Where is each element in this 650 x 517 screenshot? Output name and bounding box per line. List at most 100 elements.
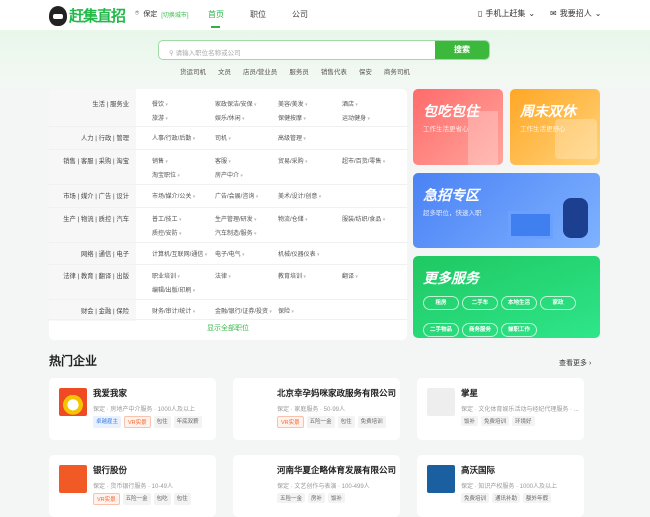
company-logo	[243, 388, 271, 416]
category-item[interactable]: 教育培训	[278, 271, 306, 280]
category-item[interactable]: 市场/媒介/公关	[152, 191, 195, 200]
company-tag: 额外年假	[523, 493, 552, 503]
service-pill[interactable]: 二手车	[462, 296, 498, 310]
location[interactable]: ⌾ 保定 [切换城市]	[135, 9, 189, 19]
category-item[interactable]: 普工/技工	[152, 214, 182, 223]
search-input[interactable]: ⚲ 请输入职位名称或公司	[159, 41, 435, 59]
service-pill[interactable]: 本地生活	[501, 296, 537, 310]
category-item[interactable]: 金融/银行/证券/投资	[215, 306, 272, 315]
mobile-menu[interactable]: ▯ 手机上赶集 ⌄	[478, 8, 535, 19]
category-row: 市场 | 媒介 | 广告 | 设计 市场/媒介/公关 广告/会展/咨询 美术/设计/创…	[49, 185, 407, 208]
category-item[interactable]: 娱乐/休闲	[215, 113, 245, 122]
category-item[interactable]: 贸易/采购	[278, 156, 308, 165]
hot-search-link[interactable]: 服务员	[289, 66, 309, 76]
category-item[interactable]: 家政保洁/安保	[215, 99, 257, 108]
company-tags: VR实景 五险一金 包吃 包住	[93, 493, 191, 505]
hot-search-link[interactable]: 货运司机	[180, 66, 206, 76]
recruit-menu[interactable]: ✉ 我要招人 ⌄	[550, 8, 601, 19]
hot-search-link[interactable]: 商务司机	[384, 66, 410, 76]
company-name[interactable]: 北京幸孕妈咪家政服务有限公司	[277, 387, 396, 399]
view-more-link[interactable]: 查看更多 ›	[559, 358, 591, 368]
category-item[interactable]: 生产管理/研发	[215, 214, 257, 223]
category-item[interactable]: 计算机/互联网/通信	[152, 249, 207, 258]
category-item[interactable]: 美术/设计/创意	[278, 191, 321, 200]
promo-title: 包吃包住	[423, 103, 479, 119]
company-name[interactable]: 高沃国际	[461, 464, 495, 476]
logo[interactable]: 赶集直招	[49, 5, 126, 26]
category-item[interactable]: 广告/会展/咨询	[215, 191, 258, 200]
category-item[interactable]: 美容/美发	[278, 99, 308, 108]
company-name[interactable]: 河南华夏企略体育发展有限公司	[277, 464, 396, 476]
category-item[interactable]: 保险	[278, 306, 294, 315]
category-item[interactable]: 客服	[215, 156, 231, 165]
hot-search-link[interactable]: 保安	[359, 66, 372, 76]
category-item[interactable]: 司机	[215, 133, 231, 142]
nav-jobs[interactable]: 职位	[250, 9, 266, 20]
promo-board-lodging[interactable]: 包吃包住 工作生活更省心	[413, 89, 503, 165]
company-tag: 包住	[337, 416, 355, 428]
promo-weekend[interactable]: 周末双休 工作生活更舒心	[510, 89, 600, 165]
category-item[interactable]: 餐饮	[152, 99, 168, 108]
promo-subtitle: 超多职位，快速入职	[423, 210, 482, 217]
category-item[interactable]: 职业培训	[152, 271, 180, 280]
category-row: 财会 | 金融 | 保险 财务/审计/统计 金融/银行/证券/投资保险	[49, 300, 407, 320]
category-item[interactable]: 编辑/出版/印刷	[152, 285, 195, 294]
category-item[interactable]: 财务/审计/统计	[152, 306, 195, 315]
category-item[interactable]: 人事/行政/后勤	[152, 133, 195, 142]
company-name[interactable]: 银行股份	[93, 464, 127, 476]
category-item[interactable]: 物流/仓储	[278, 214, 308, 223]
category-item[interactable]: 机械/仪器仪表	[278, 249, 320, 258]
service-pill[interactable]: 家政	[540, 296, 576, 310]
category-label: 生产 | 物流 | 质控 | 汽车	[63, 216, 129, 223]
search-button[interactable]: 搜索	[435, 41, 489, 59]
company-meta: 保定 · 家庭服务 · 50-99人	[277, 407, 346, 413]
company-card[interactable]: 高沃国际 保定 · 知识产权服务 · 1000人及以上 免费培训 通讯补助 额外年假	[417, 455, 584, 517]
top-header: 赶集直招 ⌾ 保定 [切换城市] 首页 职位 公司 ▯ 手机上赶集 ⌄ ✉ 我要招人 ⌄	[0, 0, 650, 30]
category-label: 财会 | 金融 | 保险	[80, 308, 129, 315]
company-card[interactable]: 北京幸孕妈咪家政服务有限公司 保定 · 家庭服务 · 50-99人 VR实景 五险一金…	[233, 378, 400, 440]
show-all-jobs-link[interactable]: 显示全部职位	[49, 323, 407, 333]
company-card[interactable]: 我爱我家 保定 · 房地产中介服务 · 1000人及以上 卓越雇主 VR实景 包住 年底双…	[49, 378, 216, 440]
company-card[interactable]: 银行股份 保定 · 货币银行服务 · 10-49人 VR实景 五险一金 包吃 包住	[49, 455, 216, 517]
category-item[interactable]: 保健按摩	[278, 113, 306, 122]
company-logo	[427, 388, 455, 416]
company-logo	[59, 465, 87, 493]
category-item[interactable]: 淘宝职位	[152, 170, 180, 179]
company-card[interactable]: 河南华夏企略体育发展有限公司 保定 · 文艺创作与表演 · 100-499人 五险一…	[233, 455, 400, 517]
hot-search-link[interactable]: 店员/营业员	[243, 66, 277, 76]
category-item[interactable]: 酒店	[342, 99, 358, 108]
service-pill[interactable]: 租房	[423, 296, 459, 310]
category-item[interactable]: 高级管理	[278, 133, 306, 142]
category-item[interactable]: 质控/安防	[152, 228, 182, 237]
search-icon: ⚲	[169, 50, 176, 57]
company-card[interactable]: 掌星 保定 · 文化体育娱乐活动与经纪代理服务 · ... 饭补 免费培训 环境好	[417, 378, 584, 440]
hot-search-link[interactable]: 文员	[218, 66, 231, 76]
category-row: 生活 | 服务业 餐饮 家政保洁/安保 美容/美发 酒店旅游 娱乐/休闲 保健按摩 运动健身	[49, 93, 407, 127]
category-item[interactable]: 电子/电气	[215, 249, 245, 258]
hot-search-link[interactable]: 销售代表	[321, 66, 347, 76]
promo-urgent[interactable]: 急招专区 超多职位，快速入职	[413, 173, 600, 248]
category-item[interactable]: 超市/百货/零售	[342, 156, 385, 165]
mobile-label: 手机上赶集	[485, 9, 526, 18]
category-label: 生活 | 服务业	[92, 101, 129, 108]
category-item[interactable]: 房产中介	[215, 170, 243, 179]
category-label: 市场 | 媒介 | 广告 | 设计	[63, 193, 129, 200]
logo-mascot-icon	[49, 5, 67, 26]
company-tags: 五险一金 房补 饭补	[277, 493, 346, 503]
service-pill[interactable]: 二手物品	[423, 323, 459, 337]
category-item[interactable]: 服装/纺织/食品	[342, 214, 385, 223]
category-item[interactable]: 运动健身	[342, 113, 370, 122]
nav-companies[interactable]: 公司	[292, 9, 308, 20]
category-item[interactable]: 销售	[152, 156, 168, 165]
switch-city-link[interactable]: [切换城市]	[161, 10, 188, 19]
company-tag: 免费培训	[481, 416, 510, 426]
service-pill[interactable]: 兼职工作	[501, 323, 537, 337]
category-item[interactable]: 法律	[215, 271, 231, 280]
service-pill[interactable]: 商务服务	[462, 323, 498, 337]
company-name[interactable]: 我爱我家	[93, 387, 127, 399]
nav-home[interactable]: 首页	[208, 9, 224, 28]
category-item[interactable]: 汽车制造/服务	[215, 228, 257, 237]
category-item[interactable]: 翻译	[342, 271, 358, 280]
company-name[interactable]: 掌星	[461, 387, 478, 399]
category-item[interactable]: 旅游	[152, 113, 168, 122]
